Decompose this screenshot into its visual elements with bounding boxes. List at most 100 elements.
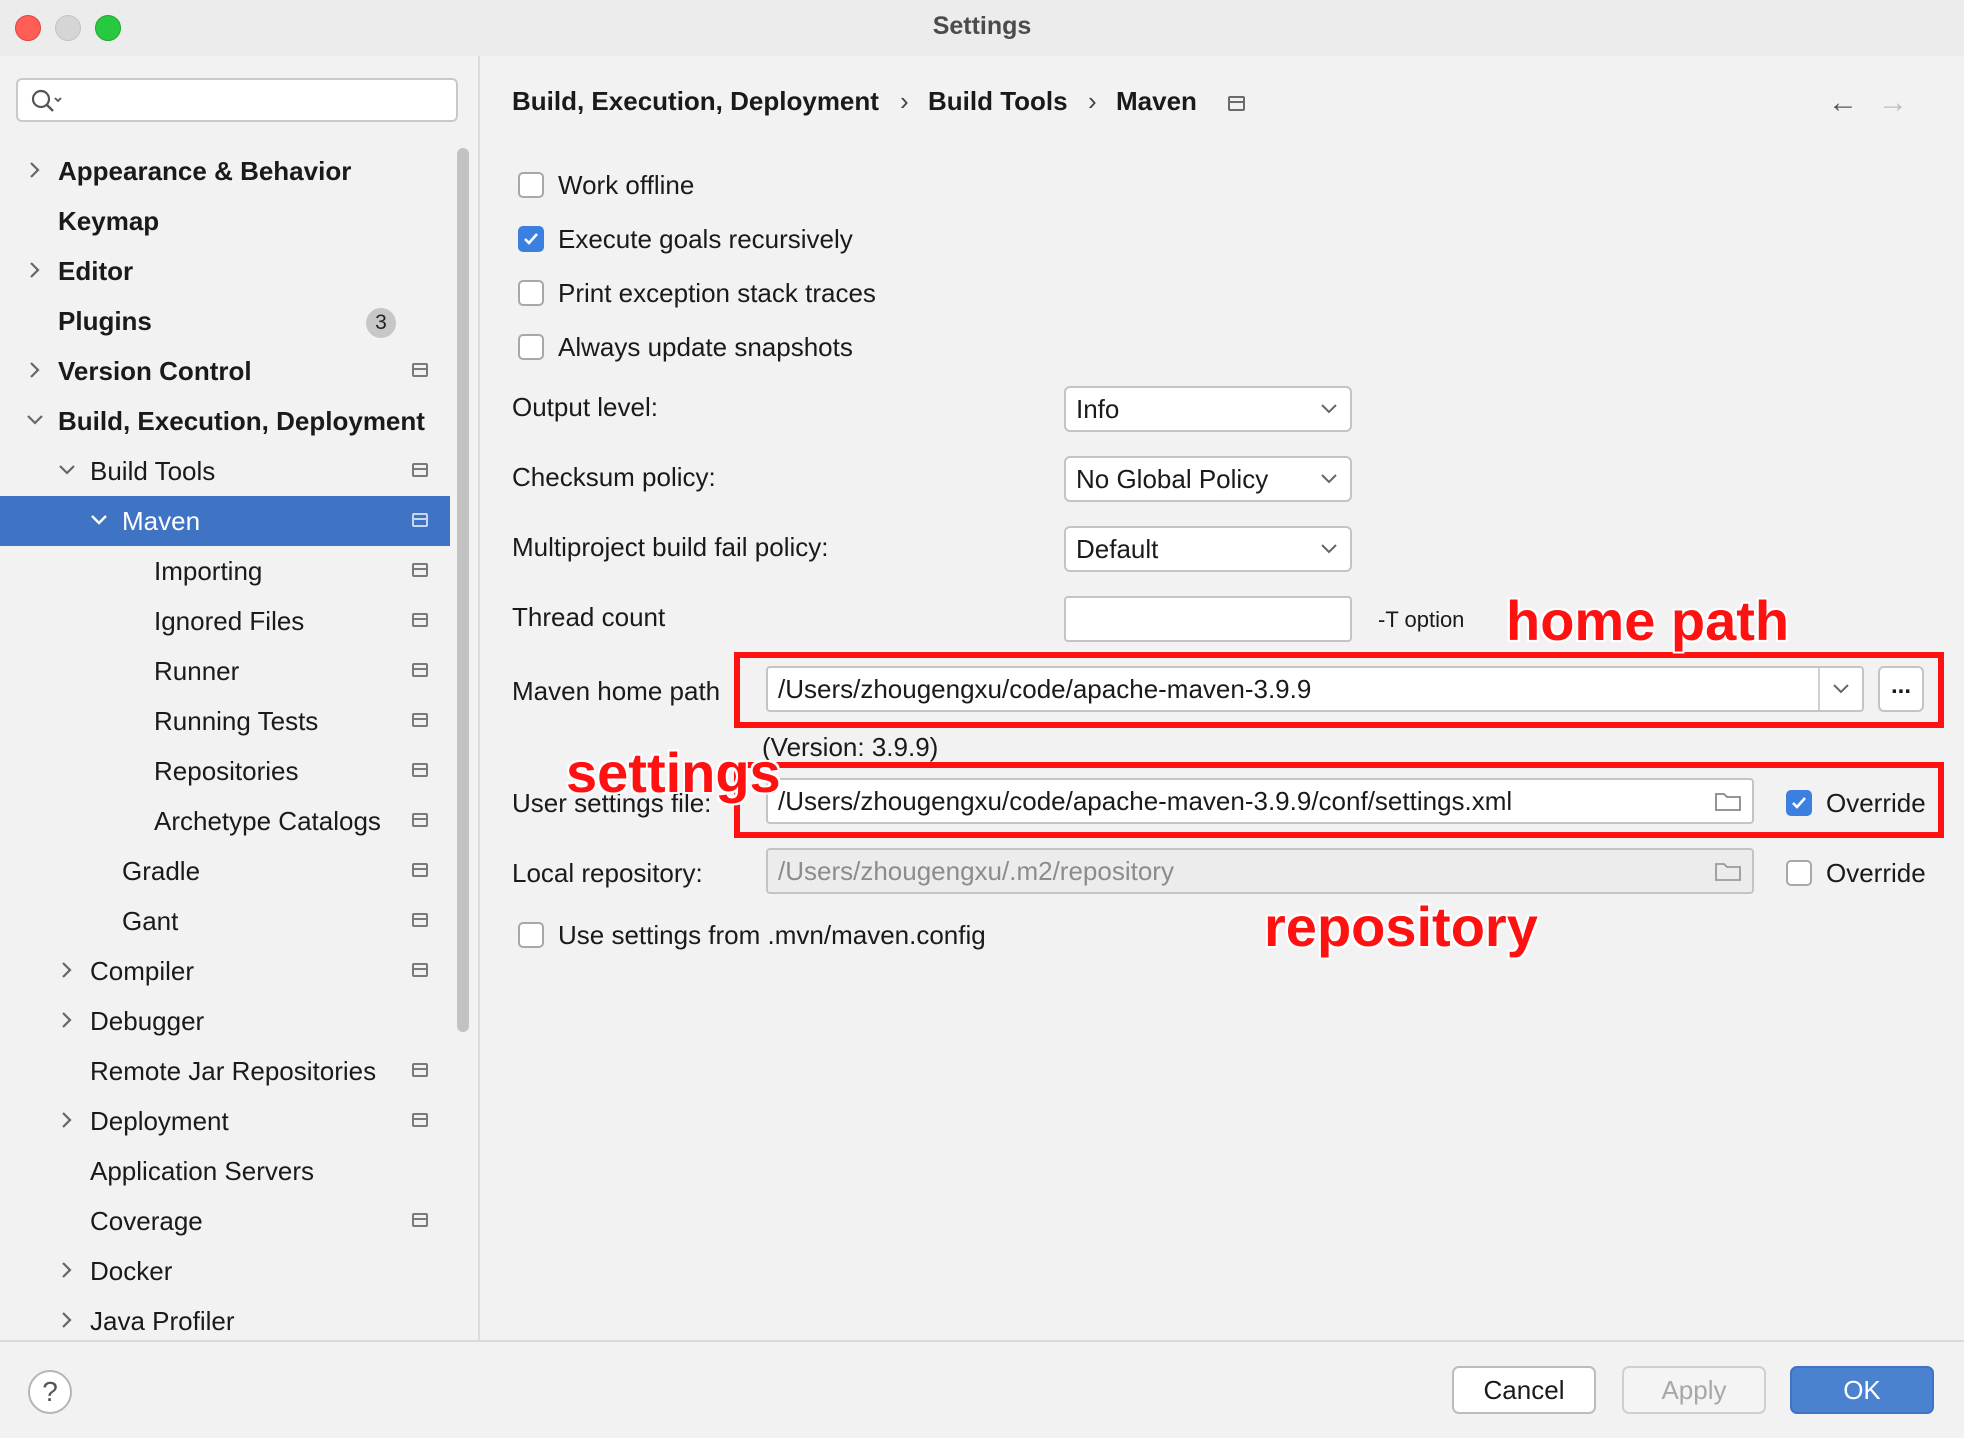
tree-item-coverage[interactable]: Coverage <box>0 1196 450 1246</box>
use-maven-config-checkbox[interactable] <box>518 922 544 948</box>
tree-item-remote-jar-repositories[interactable]: Remote Jar Repositories <box>0 1046 450 1096</box>
project-scope-icon <box>412 613 428 627</box>
tree-item-editor[interactable]: Editor <box>0 246 450 296</box>
tree-item-ignored-files[interactable]: Ignored Files <box>0 596 450 646</box>
chevron-down-icon[interactable] <box>56 459 78 481</box>
settings-highlight-box <box>734 762 1944 838</box>
cancel-button[interactable]: Cancel <box>1452 1366 1596 1414</box>
ok-button[interactable]: OK <box>1790 1366 1934 1414</box>
tree-item-label: Appearance & Behavior <box>58 156 352 186</box>
tree-item-label: Runner <box>154 656 240 686</box>
tree-item-gradle[interactable]: Gradle <box>0 846 450 896</box>
tree-item-compiler[interactable]: Compiler <box>0 946 450 996</box>
tree-item-gant[interactable]: Gant <box>0 896 450 946</box>
back-arrow-icon[interactable]: ← <box>1828 86 1858 120</box>
execute-goals-label: Execute goals recursively <box>558 224 853 254</box>
project-scope-icon <box>412 913 428 927</box>
chevron-right-icon[interactable] <box>24 359 46 381</box>
override-repository-label: Override <box>1826 858 1926 888</box>
print-exception-checkbox[interactable] <box>518 280 544 306</box>
tree-item-repositories[interactable]: Repositories <box>0 746 450 796</box>
maven-home-path-label: Maven home path <box>512 676 721 706</box>
tree-item-label: Version Control <box>58 356 252 386</box>
folder-icon[interactable] <box>1714 860 1742 882</box>
multiproject-fail-policy-select[interactable]: Default <box>1064 526 1352 572</box>
tree-item-label: Application Servers <box>90 1156 314 1186</box>
work-offline-label: Work offline <box>558 170 695 200</box>
settings-sidebar: Appearance & Behavior Keymap Editor Plug… <box>0 56 480 1340</box>
tree-item-running-tests[interactable]: Running Tests <box>0 696 450 746</box>
output-level-label: Output level: <box>512 392 658 422</box>
title-bar: Settings <box>0 0 1964 56</box>
tree-item-appearance[interactable]: Appearance & Behavior <box>0 146 450 196</box>
tree-item-label: Java Profiler <box>90 1306 235 1336</box>
project-scope-icon <box>412 563 428 577</box>
chevron-right-icon[interactable] <box>56 959 78 981</box>
apply-button[interactable]: Apply <box>1622 1366 1766 1414</box>
project-scope-icon <box>1228 96 1245 111</box>
chevron-right-icon[interactable] <box>24 259 46 281</box>
tree-item-keymap[interactable]: Keymap <box>0 196 450 246</box>
sidebar-scrollbar[interactable] <box>457 148 469 1032</box>
tree-item-label: Build, Execution, Deployment <box>58 406 425 436</box>
tree-item-archetype-catalogs[interactable]: Archetype Catalogs <box>0 796 450 846</box>
checkmark-icon <box>524 233 538 245</box>
tree-item-debugger[interactable]: Debugger <box>0 996 450 1046</box>
tree-item-label: Plugins <box>58 306 152 336</box>
work-offline-checkbox[interactable] <box>518 172 544 198</box>
project-scope-icon <box>412 1063 428 1077</box>
thread-count-input[interactable] <box>1064 596 1352 642</box>
tree-item-label: Debugger <box>90 1006 205 1036</box>
breadcrumb-separator: › <box>1088 86 1097 116</box>
tree-item-runner[interactable]: Runner <box>0 646 450 696</box>
project-scope-icon <box>412 1113 428 1127</box>
tree-item-importing[interactable]: Importing <box>0 546 450 596</box>
override-repository-checkbox[interactable] <box>1786 860 1812 886</box>
output-level-select[interactable]: Info <box>1064 386 1352 432</box>
execute-goals-checkbox[interactable] <box>518 226 544 252</box>
tree-item-build-tools[interactable]: Build Tools <box>0 446 450 496</box>
tree-item-label: Deployment <box>90 1106 229 1136</box>
breadcrumb-separator: › <box>900 86 909 116</box>
chevron-right-icon[interactable] <box>56 1259 78 1281</box>
tree-item-version-control[interactable]: Version Control <box>0 346 450 396</box>
project-scope-icon <box>412 763 428 777</box>
tree-item-application-servers[interactable]: Application Servers <box>0 1146 450 1196</box>
tree-item-label: Coverage <box>90 1206 203 1236</box>
always-update-checkbox[interactable] <box>518 334 544 360</box>
forward-arrow-icon[interactable]: → <box>1878 86 1908 120</box>
thread-count-label: Thread count <box>512 602 666 632</box>
project-scope-icon <box>412 863 428 877</box>
chevron-right-icon[interactable] <box>56 1109 78 1131</box>
tree-item-label: Docker <box>90 1256 173 1286</box>
chevron-down-icon <box>1321 544 1337 554</box>
chevron-right-icon[interactable] <box>24 159 46 181</box>
tree-item-label: Build Tools <box>90 456 216 486</box>
output-level-value: Info <box>1076 394 1120 424</box>
breadcrumb-build-execution-deployment[interactable]: Build, Execution, Deployment <box>512 86 879 117</box>
project-scope-icon <box>412 813 428 827</box>
tree-item-label: Importing <box>154 556 263 586</box>
maven-version-label: (Version: 3.9.9) <box>762 732 939 762</box>
tree-item-plugins[interactable]: Plugins 3 <box>0 296 450 346</box>
chevron-right-icon[interactable] <box>56 1009 78 1031</box>
chevron-down-icon[interactable] <box>24 409 46 431</box>
checksum-policy-select[interactable]: No Global Policy <box>1064 456 1352 502</box>
tree-item-java-profiler[interactable]: Java Profiler <box>0 1296 450 1346</box>
always-update-label: Always update snapshots <box>558 332 853 362</box>
tree-item-docker[interactable]: Docker <box>0 1246 450 1296</box>
multiproject-fail-policy-value: Default <box>1076 534 1159 564</box>
search-input[interactable] <box>16 78 458 122</box>
tree-item-maven[interactable]: Maven <box>0 496 450 546</box>
local-repository-input[interactable]: /Users/zhougengxu/.m2/repository <box>766 848 1754 894</box>
chevron-down-icon[interactable] <box>88 509 110 531</box>
tree-item-label: Maven <box>122 506 201 536</box>
chevron-right-icon[interactable] <box>56 1309 78 1331</box>
breadcrumb-build-tools[interactable]: Build Tools <box>928 86 1068 117</box>
local-repository-value: /Users/zhougengxu/.m2/repository <box>778 856 1174 886</box>
tree-item-label: Archetype Catalogs <box>154 806 381 836</box>
tree-item-deployment[interactable]: Deployment <box>0 1096 450 1146</box>
project-scope-icon <box>412 663 428 677</box>
help-button[interactable]: ? <box>28 1370 72 1414</box>
tree-item-build-execution-deployment[interactable]: Build, Execution, Deployment <box>0 396 450 446</box>
